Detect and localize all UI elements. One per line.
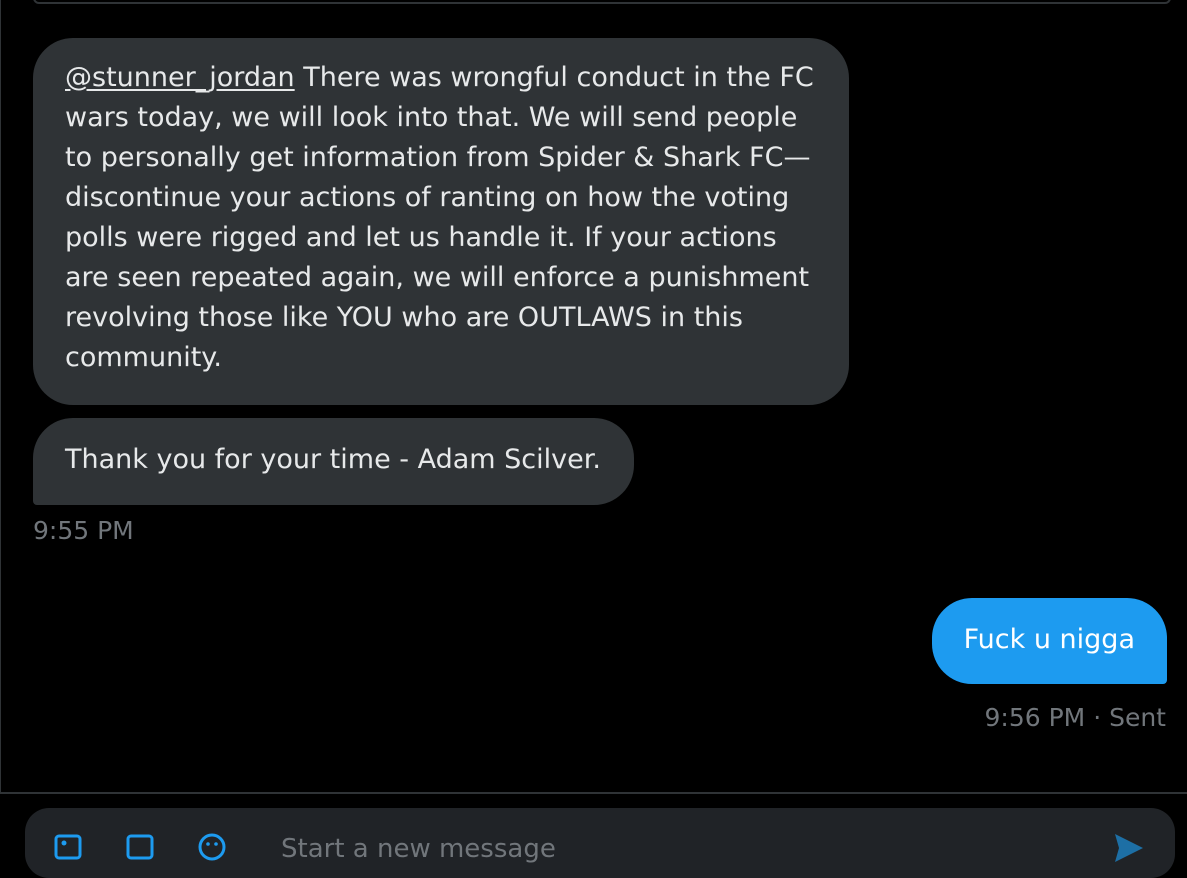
- incoming-message-bubble-2[interactable]: Thank you for your time - Adam Scilver.: [33, 418, 634, 505]
- previous-message-card: [33, 0, 1171, 4]
- gif-icon[interactable]: [125, 832, 155, 862]
- message-text: Fuck u nigga: [963, 624, 1135, 655]
- outgoing-timestamp-status: 9:56 PM · Sent: [984, 703, 1166, 732]
- send-icon[interactable]: [1111, 830, 1147, 866]
- emoji-icon[interactable]: [197, 832, 227, 862]
- message-text: Thank you for your time - Adam Scilver.: [65, 444, 601, 475]
- panel-border: [0, 0, 1, 792]
- incoming-message-bubble[interactable]: @stunner_jordan There was wrongful condu…: [33, 38, 849, 405]
- incoming-timestamp: 9:55 PM: [33, 516, 134, 545]
- message-text: There was wrongful conduct in the FC war…: [65, 62, 814, 373]
- user-mention-link[interactable]: @stunner_jordan: [65, 62, 295, 93]
- composer-divider: [0, 792, 1187, 794]
- outgoing-message-bubble[interactable]: Fuck u nigga: [931, 598, 1167, 684]
- image-icon[interactable]: [53, 832, 83, 862]
- message-input-placeholder[interactable]: Start a new message: [281, 834, 556, 864]
- message-composer[interactable]: Start a new message: [25, 808, 1175, 878]
